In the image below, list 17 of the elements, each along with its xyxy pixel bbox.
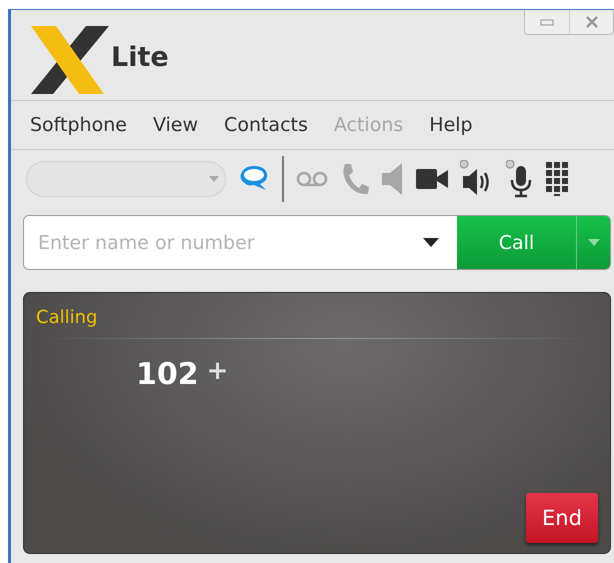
menu-item[interactable]: Contacts <box>224 114 308 136</box>
menu-item[interactable]: View <box>152 114 198 136</box>
add-button[interactable]: + <box>206 356 228 386</box>
menu-item[interactable]: Help <box>429 114 473 136</box>
x-logo-icon <box>31 26 109 94</box>
end-call-button[interactable]: End <box>526 493 598 543</box>
microphone-icon[interactable] <box>506 160 534 198</box>
caret-icon <box>209 176 219 182</box>
account-dropdown[interactable] <box>26 161 226 197</box>
menu-item[interactable]: Softphone <box>30 114 127 136</box>
minimize-icon <box>540 18 554 26</box>
close-icon <box>584 16 598 28</box>
keypad-icon[interactable] <box>546 162 568 196</box>
call-status: Calling <box>35 306 98 328</box>
logo-text: Lite <box>111 42 169 72</box>
video-camera-icon[interactable] <box>416 169 448 189</box>
dialed-number: 102 <box>136 357 199 392</box>
